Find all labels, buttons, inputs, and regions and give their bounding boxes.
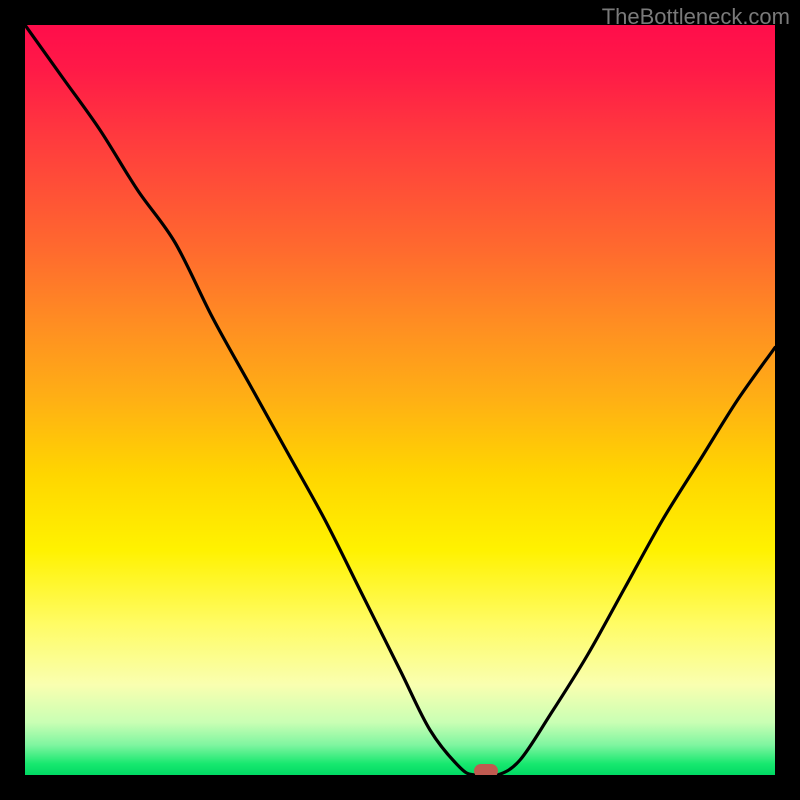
chart-container: TheBottleneck.com — [0, 0, 800, 800]
watermark-text: TheBottleneck.com — [602, 4, 790, 30]
optimum-marker-icon — [474, 764, 498, 775]
bottleneck-curve — [25, 25, 775, 775]
plot-area — [25, 25, 775, 775]
